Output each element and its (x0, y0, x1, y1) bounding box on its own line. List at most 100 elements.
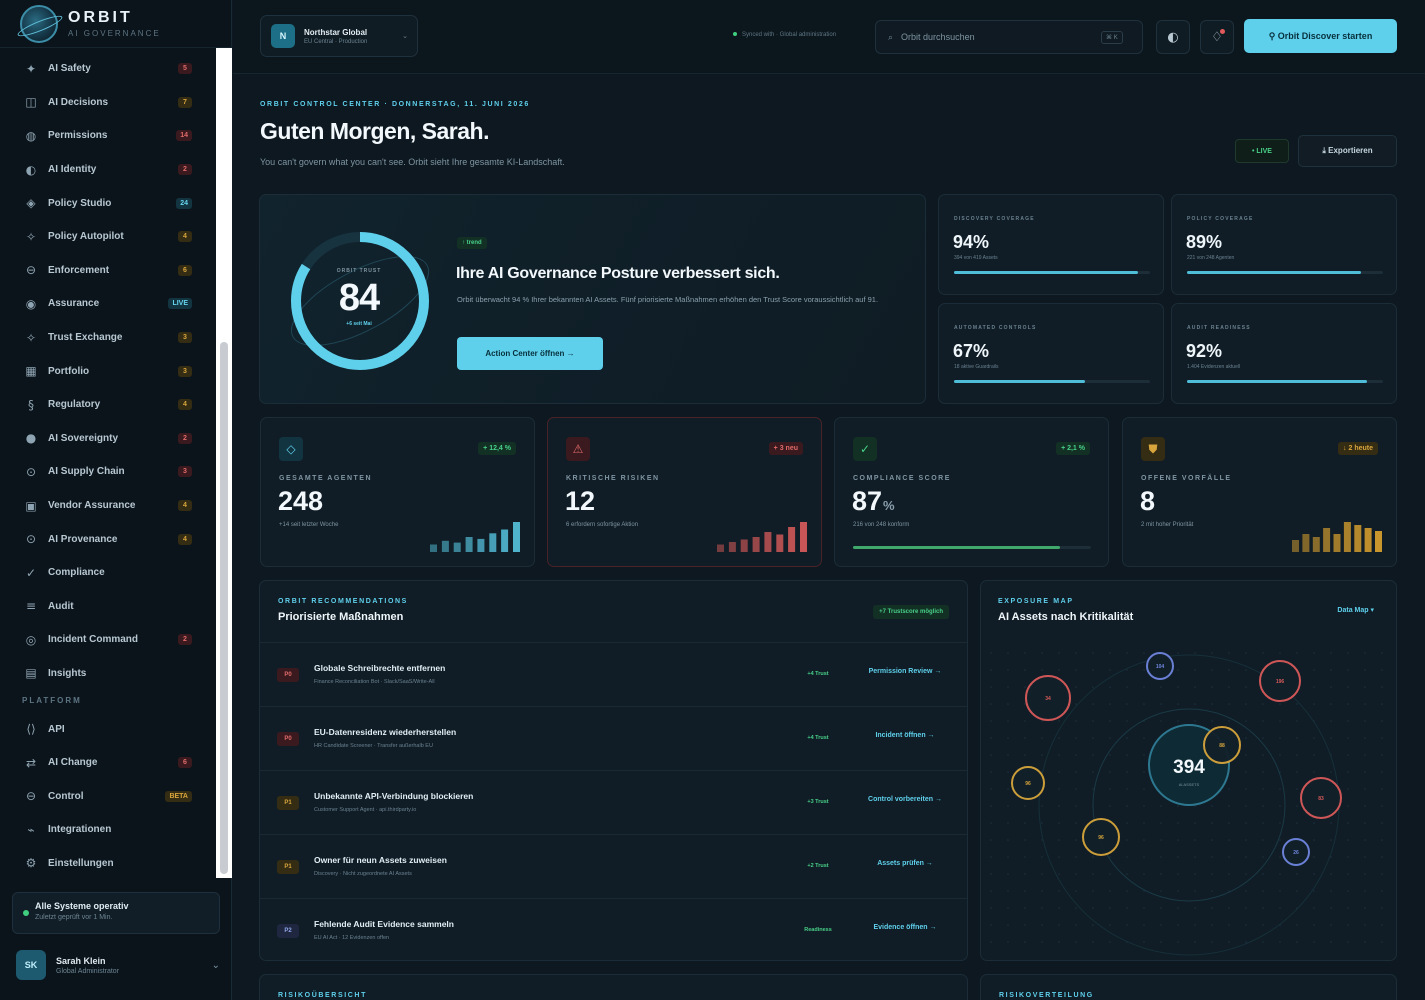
sidebar-item-vendor-assurance[interactable]: ▣ Vendor Assurance 4 (0, 489, 216, 523)
recommendation-action-link[interactable]: Control vorbereiten → (860, 795, 950, 804)
mini-subtitle: 221 von 248 Agenten (1187, 255, 1235, 261)
recommendation-title: Unbekannte API-Verbindung blockieren (314, 791, 474, 801)
recommendation-impact: +4 Trust (807, 735, 829, 741)
sidebar-item-ai-decisions[interactable]: ◫ AI Decisions 7 (0, 86, 216, 120)
recommendation-row[interactable]: P0 Globale Schreibrechte entfernen Finance… (260, 642, 967, 706)
grid-dot (1381, 890, 1383, 892)
recommendation-row[interactable]: P1 Unbekannte API-Verbindung blockieren Cu… (260, 770, 967, 834)
search-box[interactable]: ⌕ ⌘ K (875, 20, 1143, 54)
grid-dot (1364, 669, 1366, 671)
sidebar-item-audit[interactable]: ≡ Audit (0, 590, 216, 624)
sidebar-item-incident-command[interactable]: ◎ Incident Command 2 (0, 623, 216, 657)
sidebar-item-ai-identity[interactable]: ◐ AI Identity 2 (0, 153, 216, 187)
grid-dot (1262, 856, 1264, 858)
recommendation-action-link[interactable]: Evidence öffnen → (860, 923, 950, 932)
grid-dot (1177, 924, 1179, 926)
brand[interactable]: ORBIT AI GOVERNANCE (0, 0, 232, 48)
sidebar-item-ai-sovereignty[interactable]: ● AI Sovereignty 2 (0, 422, 216, 456)
recommendation-row[interactable]: P0 EU-Datenresidenz wiederherstellen HR Ca… (260, 706, 967, 770)
recommendation-action-link[interactable]: Incident öffnen → (860, 731, 950, 740)
grid-dot (990, 771, 992, 773)
sidebar-item-ai-safety[interactable]: ✦ AI Safety 5 (0, 52, 216, 86)
grid-dot (1296, 771, 1298, 773)
action-center-button[interactable]: Action Center öffnen → (457, 337, 603, 370)
grid-dot (1296, 737, 1298, 739)
sidebar-item-policy-studio[interactable]: ◈ Policy Studio 24 (0, 186, 216, 220)
system-status[interactable]: Alle Systeme operativ Zuletzt geprüft vo… (12, 892, 220, 934)
enforcement-icon: ⊖ (25, 263, 37, 278)
theme-toggle-button[interactable]: ◐ (1156, 20, 1190, 54)
data-map-dropdown[interactable]: Data Map ▾ (1337, 606, 1374, 614)
sidebar-item-ai-provenance[interactable]: ⊙ AI Provenance 4 (0, 522, 216, 556)
mini-card[interactable]: AUTOMATED CONTROLS 67% 18 aktive Guardra… (938, 303, 1164, 404)
mini-card[interactable]: DISCOVERY COVERAGE 94% 394 von 419 Asset… (938, 194, 1164, 295)
sidebar-item-label: AI Provenance (48, 533, 118, 545)
sidebar-item-regulatory[interactable]: § Regulatory 4 (0, 388, 216, 422)
kpi-card[interactable]: ✓ + 2,1 % COMPLIANCE SCORE 87% 216 von 248 k… (834, 417, 1109, 567)
reco-list: P0 Globale Schreibrechte entfernen Finance… (260, 642, 967, 962)
grid-dot (1024, 839, 1026, 841)
recommendation-row[interactable]: P1 Owner für neun Assets zuweisen Discover… (260, 834, 967, 898)
live-badge[interactable]: • LIVE (1235, 139, 1289, 163)
mini-progress-fill (1187, 271, 1362, 274)
grid-dot (1330, 856, 1332, 858)
sidebar-item-policy-autopilot[interactable]: ✧ Policy Autopilot 4 (0, 220, 216, 254)
recommendation-action-link[interactable]: Assets prüfen → (860, 859, 950, 868)
spark-bar (1343, 522, 1351, 552)
grid-dot (1364, 856, 1366, 858)
orbit-discover-button[interactable]: ⚲ Orbit Discover starten (1244, 19, 1397, 53)
mini-subtitle: 1.404 Evidenzen aktuell (1187, 364, 1241, 370)
grid-dot (1058, 822, 1060, 824)
grid-dot (1211, 924, 1213, 926)
trust-score-delta: +6 seit Mai (346, 321, 372, 327)
sidebar-item-insights[interactable]: ▤ Insights (0, 657, 216, 691)
grid-dot (1245, 890, 1247, 892)
shield-icon: ⛊ (1141, 437, 1165, 461)
grid-dot (1126, 720, 1128, 722)
grid-dot (1364, 941, 1366, 943)
sidebar-item-compliance[interactable]: ✓ Compliance (0, 556, 216, 590)
kpi-card[interactable]: ⚠ + 3 neu KRITISCHE RISIKEN 12 6 erfordern s… (547, 417, 822, 567)
grid-dot (1058, 720, 1060, 722)
sidebar-item-api[interactable]: ⟨⟩ API (0, 712, 216, 746)
search-input[interactable] (901, 32, 1102, 42)
sidebar-item-control[interactable]: ⊖ Control BETA (0, 779, 216, 813)
sidebar-item-ai-supply-chain[interactable]: ⊙ AI Supply Chain 3 (0, 455, 216, 489)
grid-dot (1007, 652, 1009, 654)
sidebar-item-label: AI Identity (48, 164, 97, 176)
grid-dot (1245, 720, 1247, 722)
spark-bar (1302, 534, 1310, 552)
grid-dot (1245, 924, 1247, 926)
sidebar-item-trust-exchange[interactable]: ✧ Trust Exchange 3 (0, 321, 216, 355)
mini-card[interactable]: AUDIT READINESS 92% 1.404 Evidenzen aktu… (1171, 303, 1397, 404)
grid-dot (1160, 924, 1162, 926)
notifications-button[interactable]: ♢ (1200, 20, 1234, 54)
sidebar-item-enforcement[interactable]: ⊖ Enforcement 6 (0, 254, 216, 288)
sidebar-scrollbar[interactable] (216, 48, 232, 878)
grid-dot (1143, 839, 1145, 841)
chevron-down-icon: ⌄ (211, 959, 220, 971)
sidebar-item-ai-change[interactable]: ⇄ AI Change 6 (0, 746, 216, 780)
org-switcher[interactable]: N Northstar Global EU Central · Producti… (260, 15, 418, 57)
grid-dot (1007, 788, 1009, 790)
recommendation-row[interactable]: P2 Fehlende Audit Evidence sammeln EU AI A… (260, 898, 967, 962)
grid-dot (1160, 822, 1162, 824)
user-menu[interactable]: SK Sarah Klein Global Administrator ⌄ (16, 948, 220, 982)
grid-dot (1211, 720, 1213, 722)
kpi-card[interactable]: ⛊ ↓ 2 heute OFFENE VORFÄLLE 8 2 mit hoher Pr… (1122, 417, 1397, 567)
kpi-card[interactable]: ◇ + 12,4 % GESAMTE AGENTEN 248 +14 seit letz… (260, 417, 535, 567)
grid-dot (1194, 873, 1196, 875)
exposure-map[interactable]: 394 AI ASSETS 34 104 196 88 96 83 96 26 (981, 641, 1396, 959)
grid-dot (1245, 907, 1247, 909)
sidebar-item-permissions[interactable]: ◍ Permissions 14 (0, 119, 216, 153)
export-button[interactable]: ⤓ Exportieren (1298, 135, 1397, 167)
grid-dot (1194, 856, 1196, 858)
recommendation-action-link[interactable]: Permission Review → (860, 667, 950, 676)
sidebar-scroll-thumb[interactable] (220, 342, 228, 874)
sidebar-item-portfolio[interactable]: ▦ Portfolio 3 (0, 354, 216, 388)
sidebar-item-integrationen[interactable]: ⌁ Integrationen (0, 813, 216, 847)
sidebar-item-assurance[interactable]: ◉ Assurance LIVE (0, 287, 216, 321)
mini-card[interactable]: POLICY COVERAGE 89% 221 von 248 Agenten (1171, 194, 1397, 295)
sidebar-item-einstellungen[interactable]: ⚙ Einstellungen (0, 847, 216, 878)
grid-dot (990, 737, 992, 739)
